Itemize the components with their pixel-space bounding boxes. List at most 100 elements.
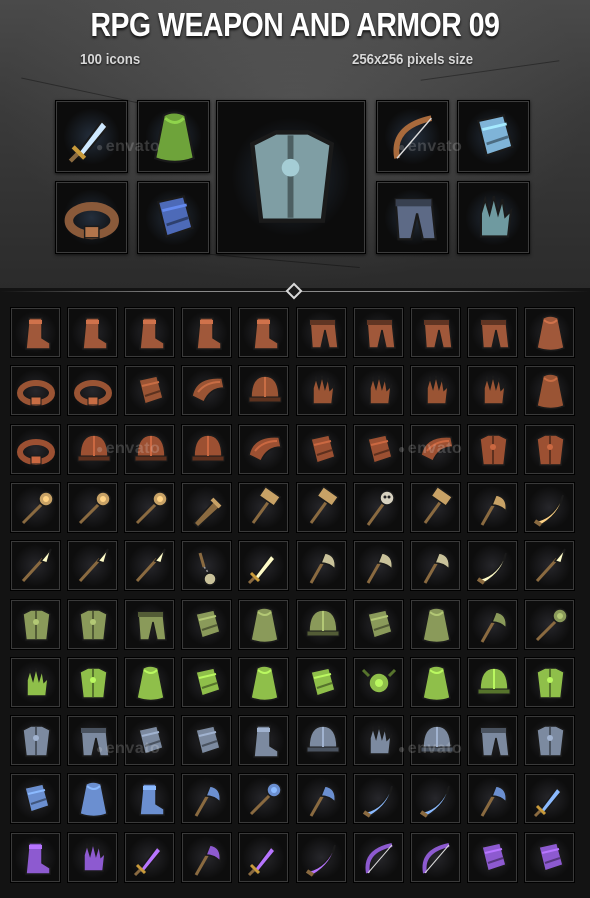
glove-icon: [312, 375, 335, 405]
icon-cell-cape: [524, 365, 575, 416]
bracer-icon: [310, 434, 336, 464]
pants-icon: [309, 319, 339, 349]
glove-icon: [83, 842, 106, 872]
icon-cell-helmet: [296, 715, 347, 766]
icon-cell-glove: [67, 832, 118, 883]
icon-cell-pants: [410, 307, 461, 358]
belt-icon: [64, 202, 119, 240]
pants-icon: [366, 319, 396, 349]
sword-icon: [533, 786, 563, 818]
icon-cell-boot: [10, 832, 61, 883]
icon-count-label: 100 icons: [80, 51, 141, 68]
icon-cell-knife: [296, 832, 347, 883]
icon-cell-chest-armor: [524, 424, 575, 475]
featured-leg-armor-icon: [376, 181, 449, 254]
icon-cell-boot: [238, 715, 289, 766]
icon-cell-bracer: [524, 832, 575, 883]
chest-armor-icon: [536, 725, 565, 757]
featured-blue-gauntlet-icon: [457, 100, 530, 173]
shoulder-armor-icon: [249, 130, 335, 223]
mace-icon: [249, 782, 282, 816]
featured-green-cape-icon: [137, 100, 210, 173]
icon-cell-axe: [296, 773, 347, 824]
icon-cell-glove: [296, 365, 347, 416]
icon-cell-helmet: [181, 424, 232, 475]
leg-armor-icon: [394, 198, 437, 241]
icon-cell-hood: [410, 657, 461, 708]
hammer-icon: [251, 485, 282, 524]
icon-cell-hammer: [296, 482, 347, 533]
icon-cell-boot: [67, 307, 118, 358]
boot-icon: [82, 317, 108, 350]
chest-armor-icon: [479, 434, 508, 466]
icon-cell-glove: [353, 365, 404, 416]
claw-gauntlet-icon: [479, 195, 513, 238]
icon-cell-cape: [67, 773, 118, 824]
cape-icon: [536, 373, 565, 410]
featured-belt-icon: [55, 181, 128, 254]
glove-icon: [369, 725, 392, 755]
envato-watermark: ● envato: [96, 138, 161, 155]
icon-cell-glove: [467, 365, 518, 416]
pants-icon: [480, 727, 510, 757]
icon-cell-axe: [467, 599, 518, 650]
mace-icon: [135, 491, 168, 525]
envato-watermark: ● envato: [398, 440, 463, 457]
icon-cell-mace: [238, 773, 289, 824]
icon-cell-chest-armor: [10, 715, 61, 766]
icon-cell-belt: [67, 365, 118, 416]
bracer-icon: [195, 667, 221, 697]
icon-cell-knife: [467, 540, 518, 591]
icon-cell-gauntlet: [181, 715, 232, 766]
knife-icon: [419, 785, 450, 818]
hammer-icon: [309, 485, 340, 524]
icon-cell-greave: [124, 773, 175, 824]
icon-cell-sword: [524, 773, 575, 824]
envato-watermark: ● envato: [398, 740, 463, 757]
envato-watermark: ● envato: [96, 740, 161, 757]
green-cape-icon: [153, 111, 196, 163]
envato-watermark: ● envato: [96, 440, 161, 457]
icon-cell-spear: [67, 540, 118, 591]
icon-cell-axe: [181, 773, 232, 824]
cape-icon: [136, 665, 165, 702]
icon-cell-mace: [524, 599, 575, 650]
icon-cell-scimitar: [524, 482, 575, 533]
icon-cell-knife: [410, 773, 461, 824]
featured-blue-bracer-icon: [137, 181, 210, 254]
bracer-icon: [367, 434, 393, 464]
icon-cell-cape: [238, 657, 289, 708]
cape-icon: [536, 315, 565, 352]
knife-icon: [362, 785, 393, 818]
flail-icon: [198, 552, 217, 586]
icon-cell-gauntlet: [467, 832, 518, 883]
chest-armor-icon: [536, 667, 565, 699]
icon-cell-bracer: [124, 365, 175, 416]
icon-cell-bracer: [353, 424, 404, 475]
icon-cell-skull-staff: [353, 482, 404, 533]
glove-icon: [483, 375, 506, 405]
icon-cell-hood: [410, 599, 461, 650]
icon-cell-pants: [353, 307, 404, 358]
icon-cell-glove: [353, 715, 404, 766]
icon-cell-hammer: [410, 482, 461, 533]
boot-icon: [25, 842, 51, 875]
scimitar-icon: [533, 494, 564, 527]
icon-cell-cape: [124, 657, 175, 708]
gauntlet-icon: [195, 725, 221, 755]
boot-icon: [25, 317, 51, 350]
blue-gauntlet-icon: [476, 114, 514, 157]
icon-cell-pants: [467, 307, 518, 358]
featured-sword-icon: [55, 100, 128, 173]
featured-bow-icon: [376, 100, 449, 173]
icon-cell-axe: [467, 482, 518, 533]
icon-cell-bracer: [10, 773, 61, 824]
chest-armor-icon: [79, 667, 108, 699]
pants-icon: [480, 319, 510, 349]
belt-icon: [17, 380, 55, 406]
icon-cell-mace: [67, 482, 118, 533]
mace-icon: [78, 491, 111, 525]
bow-icon: [365, 843, 393, 874]
sword-icon: [247, 845, 277, 877]
axe-icon: [309, 785, 337, 817]
